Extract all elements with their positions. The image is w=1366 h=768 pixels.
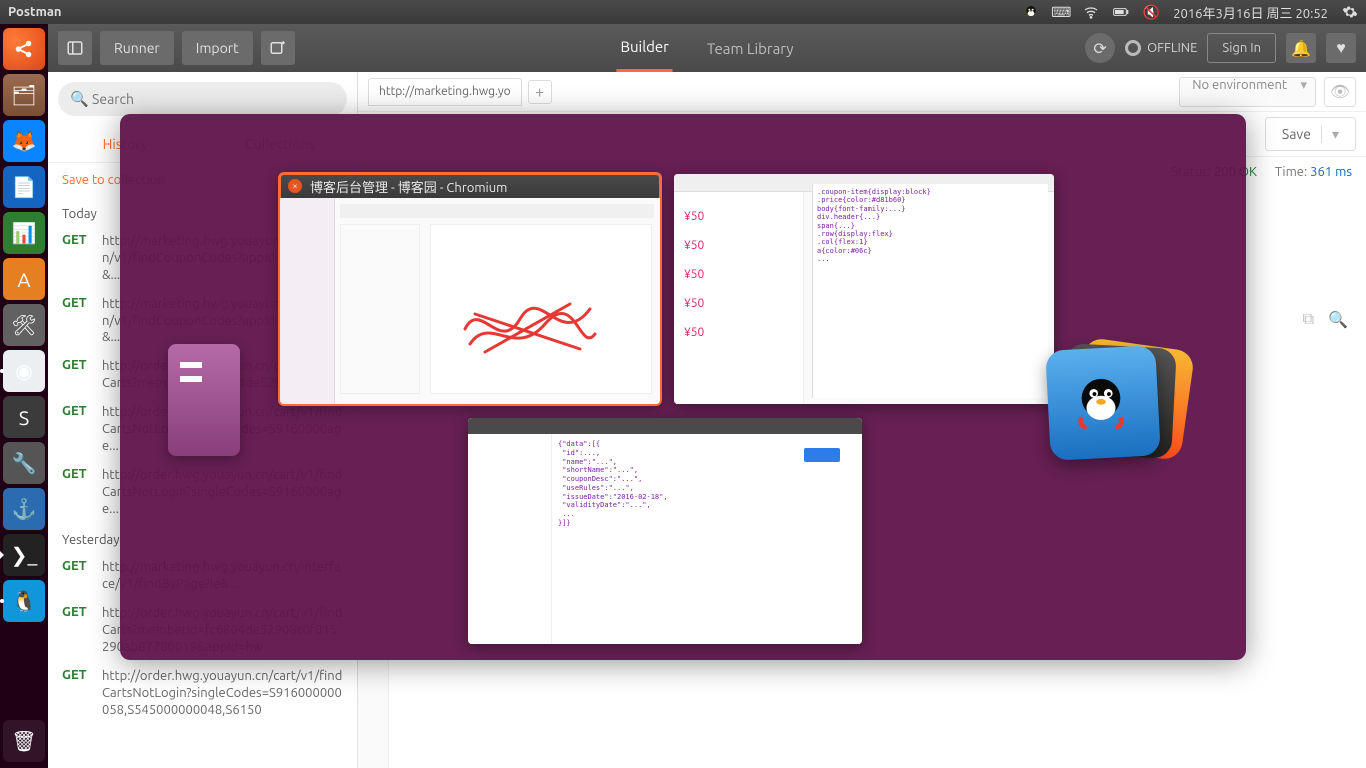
workspace-icon[interactable] [168,344,240,456]
files-icon[interactable]: 🗂 [3,74,45,116]
environment-quicklook-icon[interactable]: 👁 [1324,77,1356,107]
tools-icon[interactable]: 🛠 [3,304,45,346]
qq-window-stack-icon[interactable] [1038,344,1198,464]
time-label: Time: [1275,165,1307,179]
scribble-annotation [460,294,600,364]
search-response-icon[interactable]: 🔍 [1328,310,1348,329]
window-title: 博客后台管理 - 博客园 - Chromium [310,177,507,196]
system-tray: ⌨ 🔇 2016年3月16日 周三 20:52 [1023,3,1358,22]
http-method: GET [62,605,94,656]
search-input[interactable] [58,82,347,116]
import-button[interactable]: Import [182,31,253,65]
postman-toolbar: Runner Import Builder Team Library ⟳ OFF… [48,24,1366,72]
firefox-icon[interactable]: 🦊 [3,120,45,162]
wifi-icon[interactable] [1083,4,1099,20]
unity-launcher: 🗂 🦊 📄 📊 A 🛠 ◉ S 🔧 ⚓ ❯_ 🐧 🗑 [0,24,48,768]
save-label: Save [1282,126,1311,142]
software-center-icon[interactable]: A [3,258,45,300]
copy-response-icon[interactable]: ⧉ [1303,310,1314,329]
window-preview-postman[interactable]: {"data":[{ "id":..., "name":"...", "shor… [468,418,862,644]
environment-select[interactable]: No environment [1179,77,1316,107]
menubar-app-title: Postman [8,5,61,19]
chevron-down-icon[interactable]: ▾ [1321,126,1339,143]
session-gear-icon[interactable] [1342,4,1358,20]
qq-tray-icon[interactable] [1023,4,1039,20]
calc-icon[interactable]: 📊 [3,212,45,254]
terminal-icon[interactable]: ❯_ [3,534,45,576]
window-preview-chromium-blog[interactable]: × 博客后台管理 - 博客园 - Chromium [280,174,660,404]
add-tab-button[interactable]: + [528,80,552,104]
http-method: GET [62,233,94,284]
notifications-icon[interactable]: 🔔 [1286,33,1316,63]
qq-icon[interactable]: 🐧 [3,580,45,622]
window-preview-chromium-devtools[interactable]: ¥50¥50¥50¥50¥50 .coupon-item{display:blo… [674,174,1054,404]
volume-icon[interactable]: 🔇 [1143,4,1159,20]
history-url: http://order.hwg.youayun.cn/cart/v1/find… [102,668,343,719]
http-method: GET [62,296,94,347]
request-tab[interactable]: http://marketing.hwg.yo [368,78,522,106]
history-item[interactable]: GEThttp://order.hwg.youayun.cn/cart/v1/f… [48,662,357,725]
mini-send-button [804,448,840,462]
battery-icon[interactable] [1113,4,1129,20]
close-icon: × [288,179,302,193]
time-value: 361 ms [1310,165,1352,179]
team-library-tab[interactable]: Team Library [703,26,798,71]
chromium-icon[interactable]: ◉ [3,350,45,392]
builder-tab[interactable]: Builder [616,24,672,72]
toggle-sidebar-button[interactable] [58,31,92,65]
devtools-panel: .coupon-item{display:block}.price{color:… [812,184,1048,398]
http-method: GET [62,467,94,518]
http-method: GET [62,404,94,455]
runner-button[interactable]: Runner [100,31,174,65]
system-settings-icon[interactable]: 🔧 [3,442,45,484]
sublime-icon[interactable]: S [3,396,45,438]
dash-icon[interactable] [3,28,45,70]
http-method: GET [62,358,94,392]
trash-icon[interactable]: 🗑 [3,720,45,762]
new-window-button[interactable] [261,31,295,65]
keyboard-icon[interactable]: ⌨ [1053,4,1069,20]
writer-icon[interactable]: 📄 [3,166,45,208]
save-button[interactable]: Save ▾ [1265,117,1356,151]
ubuntu-menubar: Postman ⌨ 🔇 2016年3月16日 周三 20:52 [0,0,1366,24]
price-list: ¥50¥50¥50¥50¥50 [684,210,704,339]
heart-icon[interactable]: ♥ [1326,33,1356,63]
clock[interactable]: 2016年3月16日 周三 20:52 [1173,3,1328,22]
offline-indicator: OFFLINE [1125,40,1197,56]
sync-icon[interactable]: ⟳ [1085,33,1115,63]
anchor-icon[interactable]: ⚓ [3,488,45,530]
http-method: GET [62,668,94,719]
sign-in-button[interactable]: Sign In [1207,33,1276,63]
http-method: GET [62,559,94,593]
search-icon: 🔍 [70,90,89,108]
window-switcher-overlay: ×博客后台管理 - 博客园 - Chromium ¥50¥50¥50¥50 [120,114,1246,660]
offline-label: OFFLINE [1147,41,1197,55]
